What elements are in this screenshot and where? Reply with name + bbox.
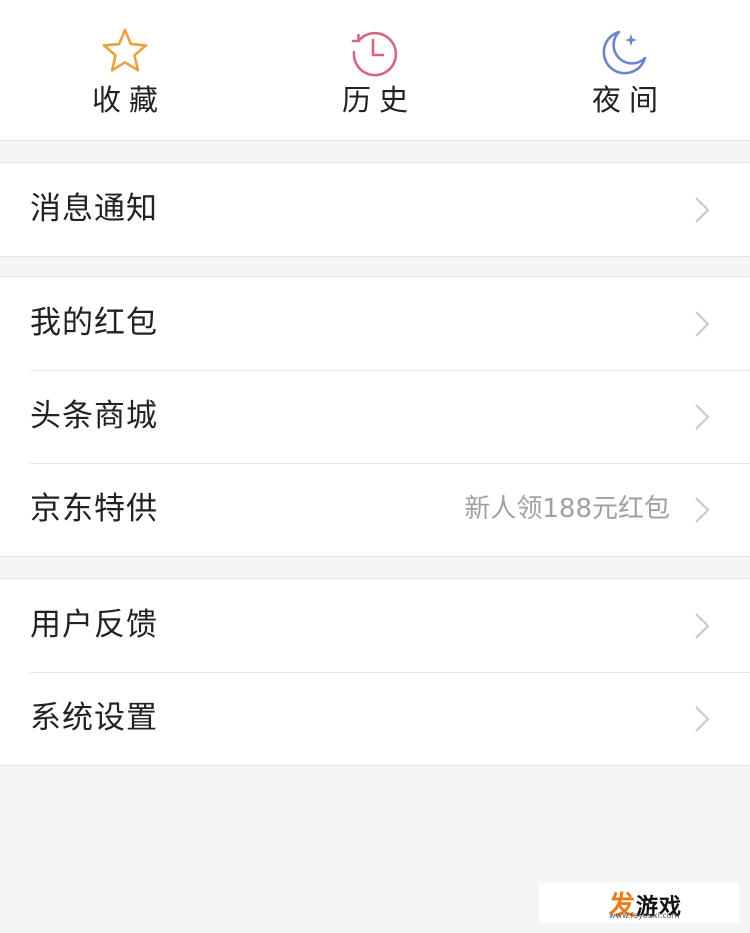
- chevron-right-icon: [695, 311, 710, 337]
- watermark-url: www.fayouxi.com: [609, 911, 680, 920]
- list-item-red-packets[interactable]: 我的红包: [0, 277, 750, 370]
- list-item-label: 头条商城: [30, 398, 158, 434]
- settings-group-system: 用户反馈 系统设置: [0, 578, 750, 766]
- list-item-mall[interactable]: 头条商城: [0, 370, 750, 463]
- list-item-label: 京东特供: [30, 491, 158, 527]
- star-icon: [102, 28, 148, 72]
- history-label: 历史: [341, 83, 416, 117]
- favorites-button[interactable]: 收藏: [45, 26, 205, 126]
- chevron-right-icon: [695, 404, 710, 430]
- quick-actions-bar: 收藏 历史 夜间: [0, 0, 750, 141]
- list-item-label: 用户反馈: [30, 607, 158, 643]
- settings-group-services: 我的红包 头条商城 京东特供 新人领188元红包: [0, 276, 750, 557]
- site-watermark: 发游戏 www.fayouxi.com: [539, 883, 739, 923]
- history-clock-icon: [351, 31, 398, 77]
- favorites-label: 收藏: [91, 83, 166, 117]
- chevron-right-icon: [695, 197, 710, 223]
- list-item-settings[interactable]: 系统设置: [0, 672, 750, 765]
- promo-text: 新人领188元红包: [464, 494, 670, 524]
- history-button[interactable]: 历史: [295, 26, 455, 126]
- list-item-label: 系统设置: [30, 700, 158, 736]
- list-item-notifications[interactable]: 消息通知: [0, 163, 750, 256]
- night-mode-button[interactable]: 夜间: [545, 26, 705, 126]
- settings-group-notifications: 消息通知: [0, 162, 750, 257]
- chevron-right-icon: [695, 613, 710, 639]
- list-item-jd-special[interactable]: 京东特供 新人领188元红包: [0, 463, 750, 556]
- list-item-feedback[interactable]: 用户反馈: [0, 579, 750, 672]
- chevron-right-icon: [695, 497, 710, 523]
- chevron-right-icon: [695, 706, 710, 732]
- moon-icon: [602, 30, 647, 75]
- night-mode-label: 夜间: [591, 83, 666, 117]
- list-item-label: 我的红包: [30, 305, 158, 341]
- list-item-label: 消息通知: [30, 191, 158, 227]
